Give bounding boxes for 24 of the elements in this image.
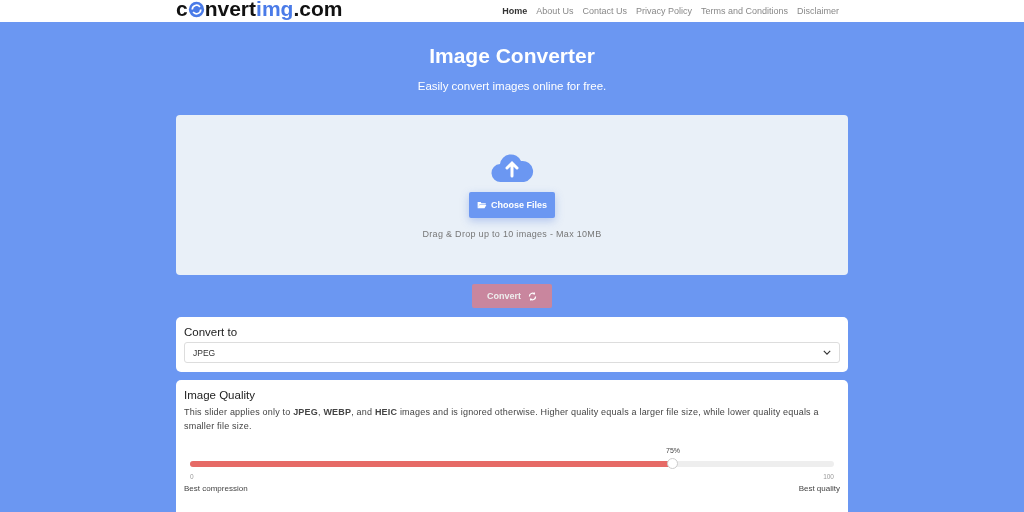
refresh-icon xyxy=(528,291,537,301)
cloud-upload-icon xyxy=(490,151,534,183)
nav-link[interactable]: Home xyxy=(502,6,528,16)
nav-link[interactable]: Privacy Policy xyxy=(635,6,692,16)
format-select[interactable]: JPEG xyxy=(184,342,840,363)
nav-link[interactable]: Contact Us xyxy=(582,6,627,16)
page-subtitle: Easily convert images online for free. xyxy=(417,80,607,92)
max-label: Best quality xyxy=(798,484,840,493)
quality-description: This slider applies only to JPEG, WEBP, and HEIC images and is ignored otherwise. Higher quality equals a larger file size, while lower quality equals a smaller file size. xyxy=(184,406,820,433)
nav-link[interactable]: Terms and Conditions xyxy=(700,6,788,16)
choose-files-button[interactable]: Choose Files xyxy=(469,192,555,218)
upload-hint: Drag & Drop up to 10 images - Max 10MB xyxy=(422,229,602,239)
chevron-down-icon xyxy=(823,350,831,355)
min-label: Best compression xyxy=(184,484,248,493)
drop-zone[interactable]: Choose Files Drag & Drop up to 10 images - Max 10MB xyxy=(176,115,848,275)
quality-slider[interactable] xyxy=(190,461,834,467)
nav-link[interactable]: Disclaimer xyxy=(797,6,839,16)
section-title: Convert to xyxy=(184,326,239,338)
nav-link[interactable]: About Us xyxy=(536,6,574,16)
folder-icon xyxy=(477,201,487,209)
section-title: Image Quality xyxy=(184,389,256,401)
page-title: Image Converter xyxy=(429,44,595,68)
logo-text[interactable]: c nvertimg.com xyxy=(176,0,343,21)
slider-thumb[interactable] xyxy=(667,458,678,469)
